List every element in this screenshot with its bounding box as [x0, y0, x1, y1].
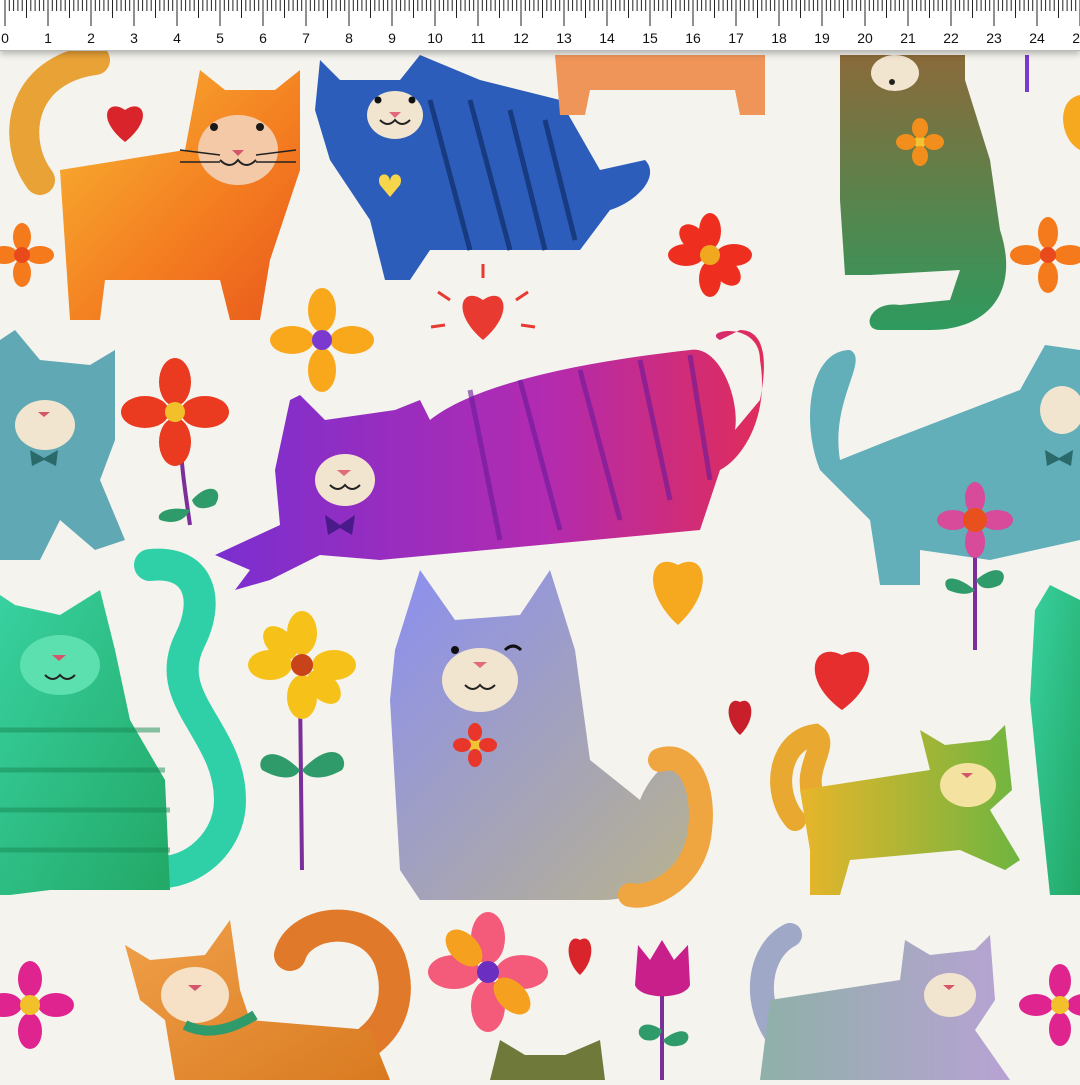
- cat-purple-stretching: [215, 330, 764, 590]
- flower-icon: [121, 358, 229, 526]
- ruler-label: 4: [173, 30, 181, 46]
- fabric-pattern: [0, 0, 1080, 1080]
- cat-olive-sitting: [840, 55, 1007, 330]
- ruler-label: 22: [943, 30, 959, 46]
- flower-icon: [0, 961, 74, 1049]
- cat-yellow-lying: [770, 723, 1020, 895]
- measurement-ruler: 0 1 2 3 4 5 6 7 8 9 10 11 12 13 14 15 16 17 18 19 20 21 22 23 24…: [0, 0, 1080, 51]
- flower-icon: [668, 213, 752, 297]
- heart-icon: [814, 651, 870, 710]
- ruler-label: 13: [556, 30, 572, 46]
- ruler-ticks: [4, 0, 1080, 26]
- heart-icon: [568, 938, 592, 975]
- cat-periwinkle-winking: [390, 570, 713, 908]
- cat-head-partial-bottom: [490, 1040, 605, 1080]
- ruler-label: 2: [87, 30, 95, 46]
- cat-tail-partial-right: [1063, 95, 1080, 150]
- flower-icon: [248, 611, 356, 871]
- ruler-label: 8: [345, 30, 353, 46]
- ruler-label: 11: [470, 30, 486, 46]
- tulip-icon: [635, 940, 690, 1080]
- ruler-label: 5: [216, 30, 224, 46]
- ruler-label: 1: [44, 30, 52, 46]
- ruler-label: 18: [771, 30, 787, 46]
- ruler-label: 20: [857, 30, 873, 46]
- ruler-label: 16: [685, 30, 701, 46]
- flower-icon: [428, 912, 548, 1032]
- cat-ginger-bottom: [125, 909, 411, 1080]
- ruler-label: 12: [513, 30, 529, 46]
- ruler-label: 6: [259, 30, 267, 46]
- ruler-label: 17: [728, 30, 744, 46]
- ruler-label: 3: [130, 30, 138, 46]
- ruler-label: 9: [388, 30, 396, 46]
- ruler-label: 23: [986, 30, 1002, 46]
- ruler-label: 21: [900, 30, 916, 46]
- cat-green-sitting: [0, 548, 247, 895]
- ruler-label: 0: [1, 30, 9, 46]
- flower-icon: [1010, 217, 1080, 293]
- cat-orange-standing: [9, 45, 300, 320]
- heart-icon: [653, 561, 703, 625]
- ruler-label: 25: [1072, 30, 1080, 46]
- cat-green-right-edge: [1030, 585, 1080, 895]
- flower-icon: [0, 223, 54, 287]
- cat-ginger-partial-top: [555, 55, 765, 115]
- ruler-label: 19: [814, 30, 830, 46]
- ruler-label: 14: [599, 30, 615, 46]
- cat-teal-left-edge: [0, 330, 125, 560]
- heart-icon: [728, 700, 752, 735]
- cat-teal-walking-right: [810, 345, 1080, 585]
- heart-icon: [107, 106, 143, 142]
- ruler-label: 7: [302, 30, 310, 46]
- ruler-label: 10: [427, 30, 443, 46]
- flower-icon: [1019, 964, 1080, 1046]
- cat-gray-bottom: [749, 923, 1010, 1080]
- flower-icon: [270, 288, 374, 392]
- ruler-label: 15: [642, 30, 658, 46]
- heart-icon: [430, 264, 536, 340]
- ruler-label: 24: [1029, 30, 1045, 46]
